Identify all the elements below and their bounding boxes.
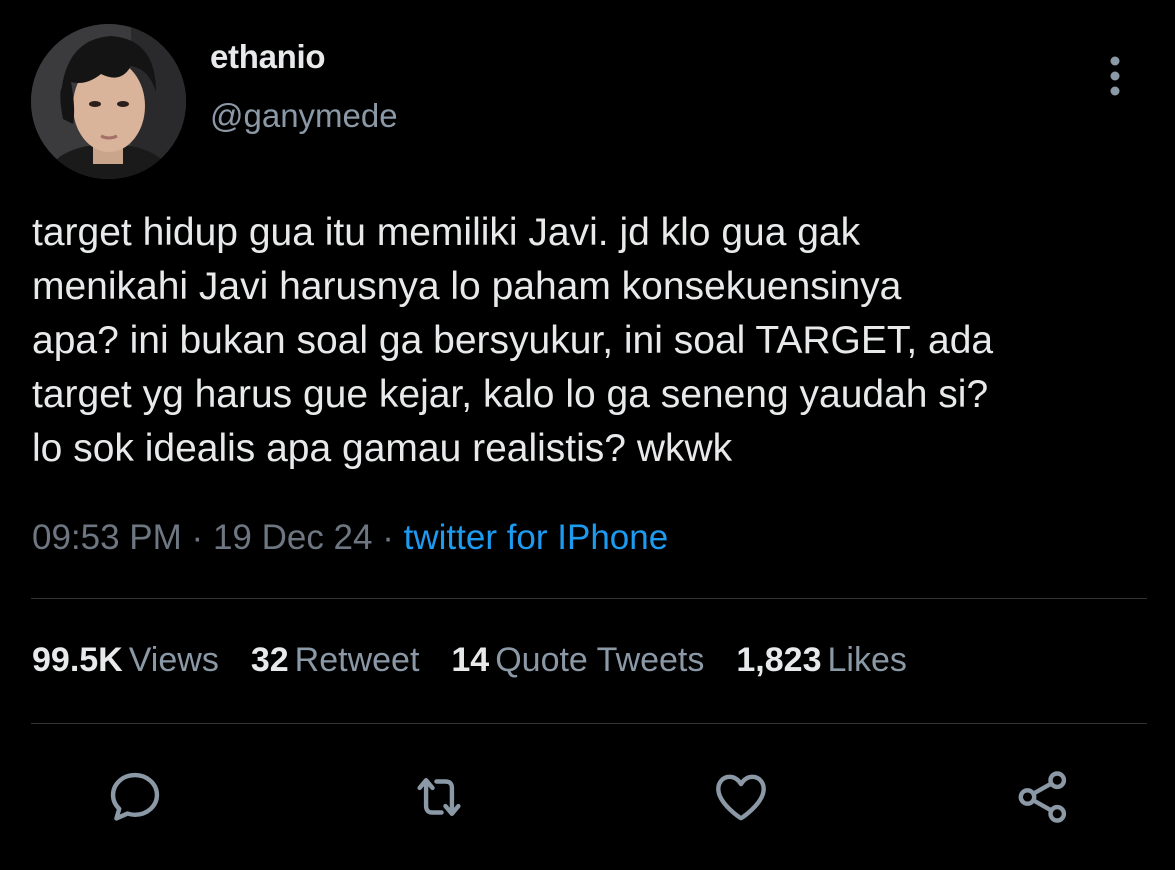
quote-tweets-stat[interactable]: 14 Quote Tweets [451, 641, 704, 680]
avatar[interactable] [31, 24, 186, 179]
likes-stat[interactable]: 1,823 Likes [736, 641, 906, 680]
like-button[interactable] [710, 766, 772, 828]
meta-separator: · [191, 518, 204, 557]
tweet-text-line: menikahi Javi harusnya lo paham konsekue… [32, 265, 902, 308]
tweet-source-link[interactable]: twitter for IPhone [404, 518, 669, 557]
reply-button[interactable] [104, 766, 166, 828]
tweet-text: target hidup gua itu memiliki Javi. jd k… [32, 206, 1152, 476]
tweet-text-line: apa? ini bukan soal ga bersyukur, ini so… [32, 319, 994, 362]
share-button[interactable] [1012, 766, 1074, 828]
engagement-stats: 99.5K Views 32 Retweet 14 Quote Tweets 1,823 Li… [32, 641, 939, 680]
retweets-count: 32 [250, 641, 289, 679]
author-handle[interactable]: @ganymede [210, 97, 398, 135]
divider [31, 723, 1147, 724]
likes-label: Likes [827, 641, 907, 679]
tweet-metadata: 09:53 PM · 19 Dec 24 · twitter for IPhon… [32, 518, 668, 558]
tweet-time[interactable]: 09:53 PM [32, 518, 182, 557]
more-options-button[interactable] [1098, 52, 1132, 100]
likes-count: 1,823 [736, 641, 822, 679]
meta-separator: · [382, 518, 394, 557]
views-count: 99.5K [32, 641, 123, 679]
divider [31, 598, 1147, 599]
views-label: Views [128, 641, 219, 679]
retweets-stat[interactable]: 32 Retweet [251, 641, 420, 680]
quotes-label: Quote Tweets [495, 641, 705, 679]
like-icon [716, 774, 766, 821]
avatar-image [31, 24, 186, 179]
author-display-name[interactable]: ethanio [210, 38, 326, 76]
tweet-text-line: target yg harus gue kejar, kalo lo ga se… [32, 373, 989, 416]
tweet-text-line: target hidup gua itu memiliki Javi. jd k… [32, 211, 861, 254]
retweets-label: Retweet [294, 641, 420, 679]
views-stat[interactable]: 99.5K Views [32, 641, 219, 680]
retweet-icon [417, 778, 461, 816]
more-vertical-icon [1110, 56, 1120, 96]
retweet-button[interactable] [408, 766, 470, 828]
reply-icon [110, 772, 160, 821]
quotes-count: 14 [451, 641, 490, 679]
share-icon [1018, 771, 1067, 823]
tweet-text-line: lo sok idealis apa gamau realistis? wkwk [32, 427, 733, 470]
tweet-date[interactable]: 19 Dec 24 [213, 518, 373, 557]
